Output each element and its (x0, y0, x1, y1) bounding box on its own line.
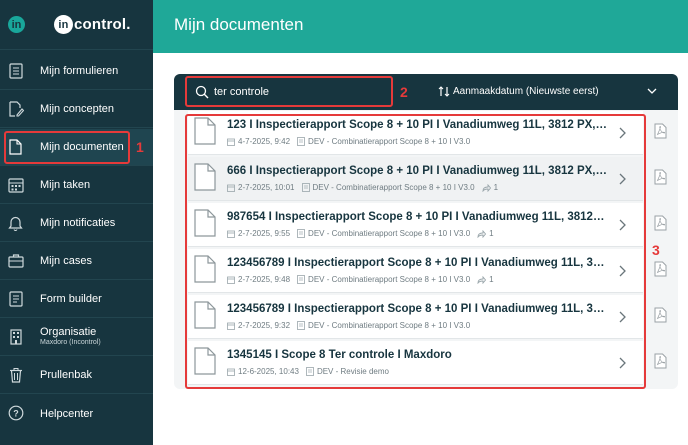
calendar-icon (7, 176, 24, 193)
sidebar-item-form-builder[interactable]: Form builder (0, 281, 153, 318)
annotation-box-3 (185, 114, 646, 389)
sidebar-item-helpcenter[interactable]: ? Helpcenter (0, 395, 153, 432)
organisatie-sublabel: Maxdoro (Incontrol) (40, 339, 101, 346)
form-builder-icon (7, 290, 24, 307)
annotation-number-2: 2 (400, 84, 408, 100)
brand-bar: in in control. (0, 0, 153, 50)
sidebar-item-prullenbak[interactable]: Prullenbak (0, 357, 153, 394)
sort-label: Aanmaakdatum (Nieuwste eerst) (453, 86, 599, 97)
page-title: Mijn documenten (174, 15, 304, 34)
annotation-box-1 (4, 131, 130, 164)
sidebar-item-label: Helpcenter (40, 407, 94, 420)
sidebar-item-label: Organisatie Maxdoro (Incontrol) (40, 326, 101, 346)
sidebar-item-label: Mijn notificaties (40, 217, 116, 229)
brand-mark-icon[interactable]: in (8, 16, 25, 33)
pdf-download-icon[interactable] (654, 353, 667, 374)
sidebar-item-mijn-cases[interactable]: Mijn cases (0, 243, 153, 280)
svg-text:?: ? (13, 408, 19, 418)
logo-in: in (54, 15, 73, 34)
sidebar-item-label: Prullenbak (40, 369, 92, 381)
edit-document-icon (7, 100, 24, 117)
annotation-number-1: 1 (136, 139, 144, 155)
briefcase-icon (7, 252, 24, 269)
sidebar-item-label: Mijn formulieren (40, 65, 119, 77)
pdf-download-icon[interactable] (654, 123, 667, 144)
sidebar-item-mijn-taken[interactable]: Mijn taken (0, 167, 153, 204)
sidebar-item-label: Mijn concepten (40, 103, 114, 115)
sidebar-item-label: Form builder (40, 293, 102, 305)
sort-arrows-icon (438, 86, 450, 97)
sort-dropdown[interactable]: Aanmaakdatum (Nieuwste eerst) (438, 86, 599, 97)
sidebar-item-mijn-notificaties[interactable]: Mijn notificaties (0, 205, 153, 242)
organisatie-label: Organisatie (40, 326, 97, 338)
pdf-download-icon[interactable] (654, 215, 667, 236)
building-icon (7, 328, 24, 345)
sidebar-item-mijn-formulieren[interactable]: Mijn formulieren (0, 53, 153, 90)
sidebar-item-organisatie[interactable]: Organisatie Maxdoro (Incontrol) (0, 319, 153, 356)
sidebar-item-mijn-concepten[interactable]: Mijn concepten (0, 91, 153, 128)
sidebar-item-label: Mijn cases (40, 255, 92, 267)
bell-icon (7, 214, 24, 231)
page-header: Mijn documenten (153, 0, 688, 53)
sidebar-item-label: Mijn taken (40, 179, 91, 191)
pdf-download-icon[interactable] (654, 307, 667, 328)
annotation-number-3: 3 (652, 242, 660, 258)
trash-icon (7, 366, 24, 383)
help-icon: ? (7, 404, 24, 421)
forms-icon (7, 62, 24, 79)
pdf-download-icon[interactable] (654, 169, 667, 190)
pdf-download-icon[interactable] (654, 261, 667, 282)
incontrol-logo[interactable]: in control. (54, 15, 131, 34)
annotation-box-2 (185, 76, 393, 107)
logo-text: control. (74, 16, 131, 33)
chevron-down-icon[interactable] (646, 86, 658, 96)
